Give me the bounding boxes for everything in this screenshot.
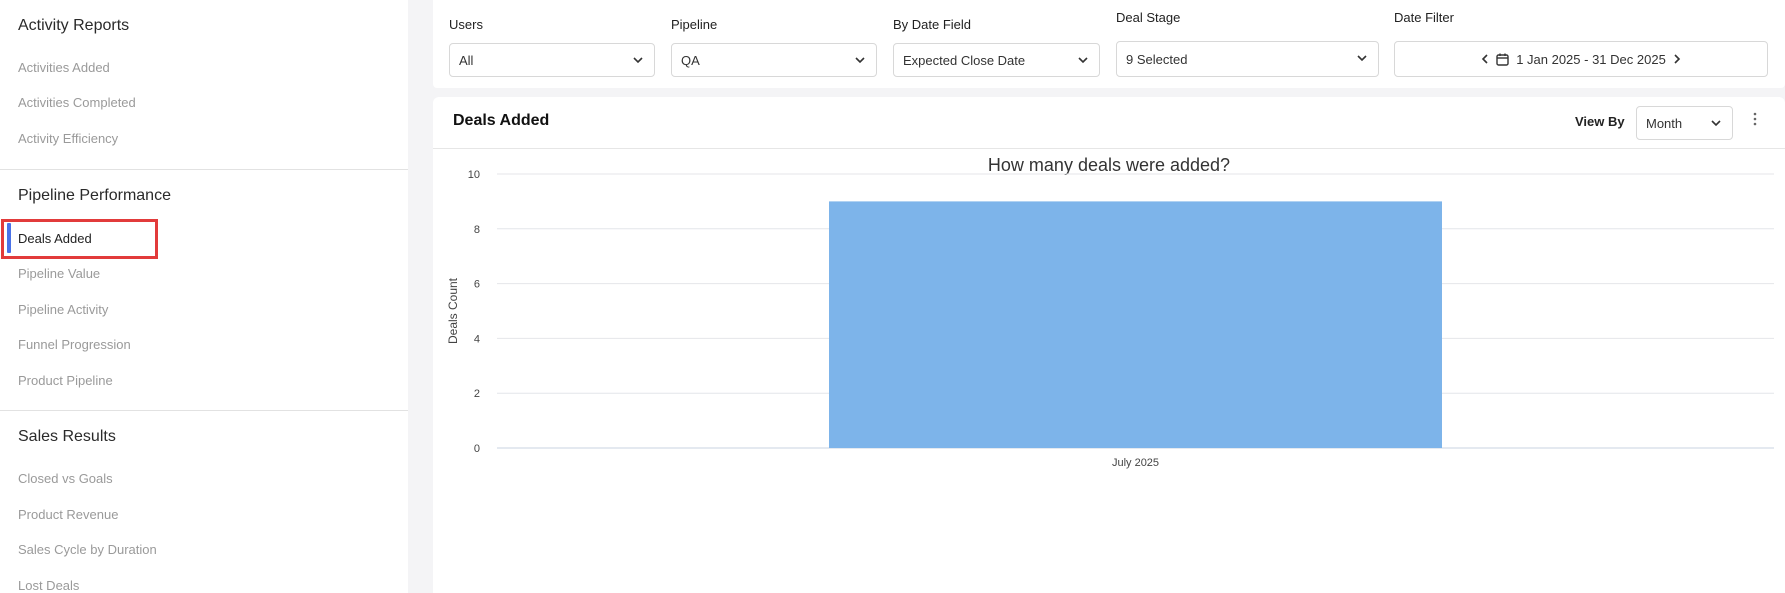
sidebar-item-product-pipeline[interactable]: Product Pipeline — [18, 373, 113, 388]
y-tick-label: 4 — [474, 333, 480, 345]
deal-stage-value: 9 Selected — [1126, 51, 1188, 67]
view-by-value: Month — [1646, 115, 1683, 131]
y-tick-label: 8 — [474, 224, 480, 236]
sidebar-item-closed-vs-goals[interactable]: Closed vs Goals — [18, 471, 113, 486]
y-axis-label: Deals Count — [446, 277, 460, 344]
y-tick-label: 0 — [474, 443, 480, 455]
users-select[interactable]: All — [449, 43, 655, 77]
reports-sidebar: Activity Reports Activities Added Activi… — [0, 0, 408, 593]
deals-bar-chart: 0 2 4 6 8 10 July 2025 Deals Count — [446, 169, 1774, 469]
y-tick-label: 2 — [474, 388, 480, 400]
sidebar-item-lost-deals[interactable]: Lost Deals — [18, 578, 79, 593]
sidebar-item-product-revenue[interactable]: Product Revenue — [18, 507, 118, 522]
pipeline-value: QA — [681, 52, 700, 68]
pipeline-select[interactable]: QA — [671, 43, 877, 77]
y-tick-label: 6 — [474, 279, 480, 291]
view-by-select[interactable]: Month — [1636, 106, 1733, 140]
highlight-box — [1, 219, 158, 259]
filter-bar: Users All Pipeline QA By Date Field Expe… — [433, 0, 1785, 88]
section-divider — [0, 410, 408, 411]
report-card: Deals Added View By Month How many deals… — [433, 97, 1785, 593]
view-by-label: View By — [1575, 114, 1625, 129]
section-title-pipeline-performance: Pipeline Performance — [18, 187, 171, 204]
more-options-icon[interactable] — [1752, 111, 1758, 127]
report-title: Deals Added — [453, 112, 550, 129]
y-tick-label: 10 — [468, 169, 480, 181]
sidebar-item-activities-added[interactable]: Activities Added — [18, 60, 110, 75]
date-filter-label: Date Filter — [1394, 10, 1454, 25]
chevron-down-icon — [633, 57, 643, 64]
chevron-left-icon[interactable] — [1481, 53, 1489, 65]
chevron-down-icon — [1711, 120, 1721, 127]
bar — [829, 201, 1442, 448]
date-field-label: By Date Field — [893, 17, 972, 32]
section-divider — [0, 169, 408, 170]
chevron-down-icon — [855, 57, 865, 64]
sidebar-item-pipeline-value[interactable]: Pipeline Value — [18, 266, 100, 281]
sidebar-item-activity-efficiency[interactable]: Activity Efficiency — [18, 131, 118, 146]
pipeline-label: Pipeline — [671, 17, 718, 32]
chevron-right-icon[interactable] — [1673, 53, 1681, 65]
chevron-down-icon — [1078, 57, 1088, 64]
x-tick-label: July 2025 — [1112, 457, 1159, 469]
date-range-value: 1 Jan 2025 - 31 Dec 2025 — [1516, 51, 1666, 67]
users-label: Users — [449, 17, 483, 32]
sidebar-item-sales-cycle-by-duration[interactable]: Sales Cycle by Duration — [18, 542, 157, 557]
calendar-icon — [1496, 53, 1509, 66]
chevron-down-icon — [1357, 55, 1367, 62]
date-field-value: Expected Close Date — [903, 52, 1026, 68]
sidebar-item-activities-completed[interactable]: Activities Completed — [18, 95, 136, 110]
deal-stage-label: Deal Stage — [1116, 10, 1181, 25]
section-title-activity-reports: Activity Reports — [18, 17, 130, 34]
date-filter-control[interactable]: 1 Jan 2025 - 31 Dec 2025 — [1394, 41, 1768, 77]
card-header: Deals Added View By Month — [433, 97, 1785, 149]
date-field-select[interactable]: Expected Close Date — [893, 43, 1100, 77]
users-value: All — [459, 52, 474, 68]
sidebar-item-pipeline-activity[interactable]: Pipeline Activity — [18, 302, 108, 317]
section-title-sales-results: Sales Results — [18, 428, 116, 445]
sidebar-item-funnel-progression[interactable]: Funnel Progression — [18, 337, 131, 352]
deal-stage-select[interactable]: 9 Selected — [1116, 41, 1379, 77]
